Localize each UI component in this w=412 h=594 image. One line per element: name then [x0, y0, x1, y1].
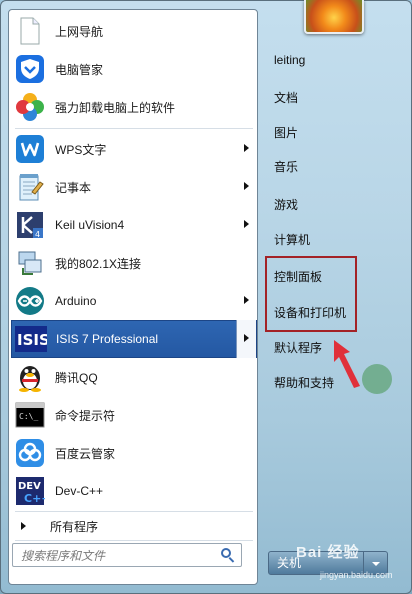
search-placeholder: 搜索程序和文件 [21, 548, 106, 563]
watermark-logo: Bai 经验 [296, 544, 360, 561]
menu-item-keil[interactable]: 4 Keil uVision4 [11, 206, 257, 244]
pictures-link[interactable]: 图片 [274, 124, 298, 141]
music-link[interactable]: 音乐 [274, 158, 298, 175]
menu-item-baidu-cloud[interactable]: 百度云管家 [11, 434, 257, 472]
search-icon[interactable] [221, 548, 235, 563]
menu-item-label: ISIS 7 Professional [56, 332, 159, 346]
menu-item-label: Keil uVision4 [55, 218, 125, 232]
menu-item-8021x[interactable]: 我的802.1X连接 [11, 244, 257, 282]
menu-divider [15, 540, 253, 541]
isis-icon: ISIS [15, 323, 47, 355]
user-picture[interactable] [304, 0, 364, 34]
menu-item-wps[interactable]: WPS文字 [11, 130, 257, 168]
menu-item-label: 记事本 [55, 180, 92, 195]
menu-item-label: 强力卸载电脑上的软件 [55, 100, 176, 115]
menu-item-notepad[interactable]: 记事本 [11, 168, 257, 206]
page-icon [14, 15, 46, 47]
all-programs-button[interactable]: 所有程序 [11, 512, 257, 540]
svg-text:C:\_: C:\_ [19, 412, 38, 421]
chevron-down-icon [372, 562, 380, 566]
keil-icon: 4 [14, 209, 46, 241]
menu-item-label: 我的802.1X连接 [55, 256, 142, 271]
menu-item-label: 上网导航 [55, 24, 104, 39]
notepad-icon [14, 171, 46, 203]
tencent-shield-icon [14, 53, 46, 85]
all-programs-label: 所有程序 [50, 519, 99, 534]
svg-text:C++: C++ [24, 492, 45, 505]
svg-text:4: 4 [35, 230, 40, 239]
user-folder-link[interactable]: leiting [274, 53, 305, 67]
games-link[interactable]: 游戏 [274, 196, 298, 213]
uninstall-flower-icon [14, 91, 46, 123]
submenu-button[interactable] [236, 320, 256, 358]
decorative-blob [362, 364, 392, 394]
arduino-icon [14, 285, 46, 317]
search-input[interactable]: 搜索程序和文件 [12, 543, 242, 567]
network-icon [14, 247, 46, 279]
annotation-highlight-box [265, 256, 357, 332]
menu-divider [15, 128, 253, 129]
devcpp-icon: DEVC++ [14, 475, 46, 507]
submenu-arrow-icon[interactable] [244, 296, 249, 304]
menu-item-label: WPS文字 [55, 142, 107, 157]
help-support-link[interactable]: 帮助和支持 [274, 374, 334, 391]
baidu-cloud-icon [14, 437, 46, 469]
menu-item-label: 电脑管家 [55, 62, 104, 77]
expand-arrow-icon [21, 522, 26, 530]
menu-item-label: Arduino [55, 294, 97, 308]
menu-item-cmd[interactable]: C:\_ 命令提示符 [11, 396, 257, 434]
watermark-url: jingyan.baidu.com [320, 570, 393, 580]
default-programs-link[interactable]: 默认程序 [274, 339, 322, 356]
menu-item-devcpp[interactable]: DEVC++ Dev-C++ [11, 472, 257, 510]
qq-penguin-icon [14, 361, 46, 393]
wps-icon [14, 133, 46, 165]
submenu-arrow-icon[interactable] [244, 182, 249, 190]
menu-item-arduino[interactable]: Arduino [11, 282, 257, 320]
menu-item-label: 腾讯QQ [55, 370, 98, 385]
submenu-arrow-icon [244, 334, 249, 342]
programs-panel: 上网导航 电脑管家 强力卸载电脑上的软件 WPS文字 记事本 4 Keil uV… [8, 9, 258, 585]
menu-item-isis[interactable]: ISIS ISIS 7 Professional [11, 320, 257, 358]
menu-item-uninstaller[interactable]: 强力卸载电脑上的软件 [11, 88, 257, 126]
svg-text:DEV: DEV [18, 481, 41, 492]
menu-item-label: Dev-C++ [55, 484, 104, 498]
submenu-arrow-icon[interactable] [244, 220, 249, 228]
submenu-arrow-icon[interactable] [244, 144, 249, 152]
menu-item-label: 百度云管家 [55, 446, 116, 461]
computer-link[interactable]: 计算机 [274, 231, 310, 248]
menu-item-label: 命令提示符 [55, 408, 116, 423]
svg-text:ISIS: ISIS [17, 331, 47, 349]
menu-item-qq[interactable]: 腾讯QQ [11, 358, 257, 396]
documents-link[interactable]: 文档 [274, 89, 298, 106]
menu-item-pc-manager[interactable]: 电脑管家 [11, 50, 257, 88]
cmd-icon: C:\_ [14, 399, 46, 431]
menu-item-web-nav[interactable]: 上网导航 [11, 12, 257, 50]
